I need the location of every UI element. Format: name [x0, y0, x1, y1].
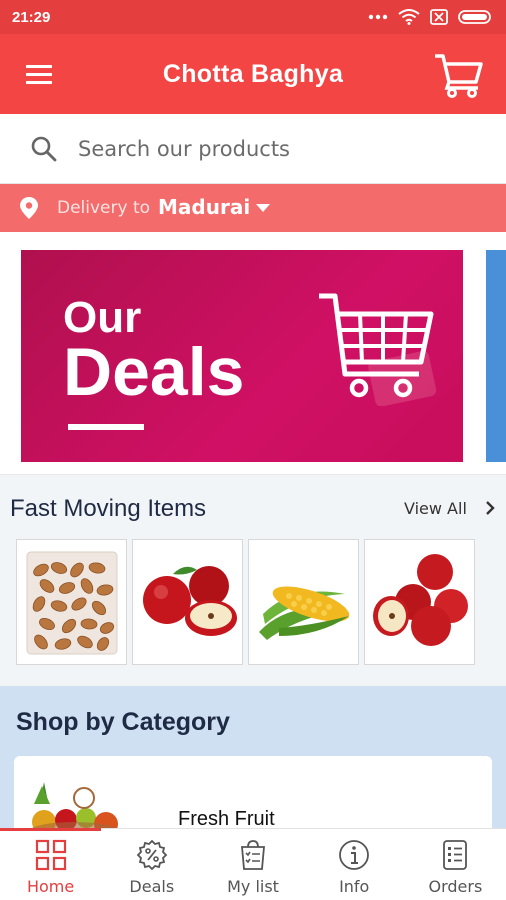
home-grid-icon — [35, 839, 66, 871]
banner-carousel: Our Deals — [0, 232, 506, 474]
banner-line2: Deals — [63, 334, 245, 410]
app-bar: Chotta Baghya — [0, 34, 506, 114]
delivery-city: Madurai — [158, 195, 251, 219]
chevron-down-icon — [256, 204, 270, 212]
fast-moving-list — [16, 539, 475, 665]
product-tile-red-apples[interactable] — [364, 539, 475, 665]
chevron-right-icon[interactable] — [484, 499, 496, 517]
deals-banner[interactable]: Our Deals — [21, 250, 463, 462]
nav-deals-label: Deals — [129, 877, 175, 896]
almonds-image — [26, 551, 118, 655]
bottom-navigation: Home Deals My list Info Orders — [0, 828, 506, 900]
search-bar — [0, 114, 506, 184]
fast-moving-section: Fast Moving Items View All — [0, 474, 506, 686]
fast-moving-title: Fast Moving Items — [10, 495, 207, 522]
search-icon — [31, 136, 57, 162]
delivery-location-bar[interactable]: Delivery to Madurai — [0, 184, 506, 232]
more-dots-icon — [368, 14, 388, 20]
cart-icon — [435, 54, 483, 98]
wifi-icon — [398, 9, 420, 25]
battery-icon — [458, 10, 491, 24]
apples-image — [143, 566, 237, 636]
nav-info-label: Info — [339, 877, 370, 896]
banner-underline — [68, 424, 144, 430]
view-all-link[interactable]: View All — [404, 499, 467, 518]
deals-badge-icon — [136, 839, 168, 871]
sim-icon — [430, 9, 448, 25]
status-bar: 21:29 — [0, 0, 506, 34]
corn-image — [259, 586, 350, 640]
product-tile-corn[interactable] — [248, 539, 359, 665]
menu-button[interactable] — [24, 62, 54, 86]
hamburger-icon — [26, 65, 52, 84]
app-title: Chotta Baghya — [162, 59, 344, 88]
cart-button[interactable] — [432, 50, 484, 98]
next-banner-peek[interactable] — [486, 250, 506, 462]
nav-orders[interactable]: Orders — [405, 829, 506, 900]
nav-my-list-label: My list — [227, 877, 279, 896]
nav-home-label: Home — [26, 877, 75, 896]
shop-by-category-section: Shop by Category Fresh Fruit — [0, 686, 506, 846]
nav-deals[interactable]: Deals — [101, 829, 202, 900]
info-icon — [339, 840, 370, 870]
red-apples-image — [373, 554, 468, 646]
category-title: Shop by Category — [16, 708, 230, 736]
orders-icon — [443, 840, 468, 870]
nav-my-list[interactable]: My list — [202, 829, 303, 900]
delivery-label: Delivery to — [57, 198, 151, 218]
nav-info[interactable]: Info — [304, 829, 405, 900]
nav-home[interactable]: Home — [0, 828, 102, 900]
status-icons — [368, 9, 494, 25]
product-tile-apples[interactable] — [132, 539, 243, 665]
search-input[interactable] — [78, 132, 478, 166]
status-time: 21:29 — [12, 8, 51, 26]
location-pin-icon — [20, 197, 38, 219]
shopping-list-icon — [241, 840, 265, 870]
product-tile-almonds[interactable] — [16, 539, 127, 665]
banner-cart-icon — [319, 293, 437, 406]
nav-orders-label: Orders — [428, 877, 483, 896]
